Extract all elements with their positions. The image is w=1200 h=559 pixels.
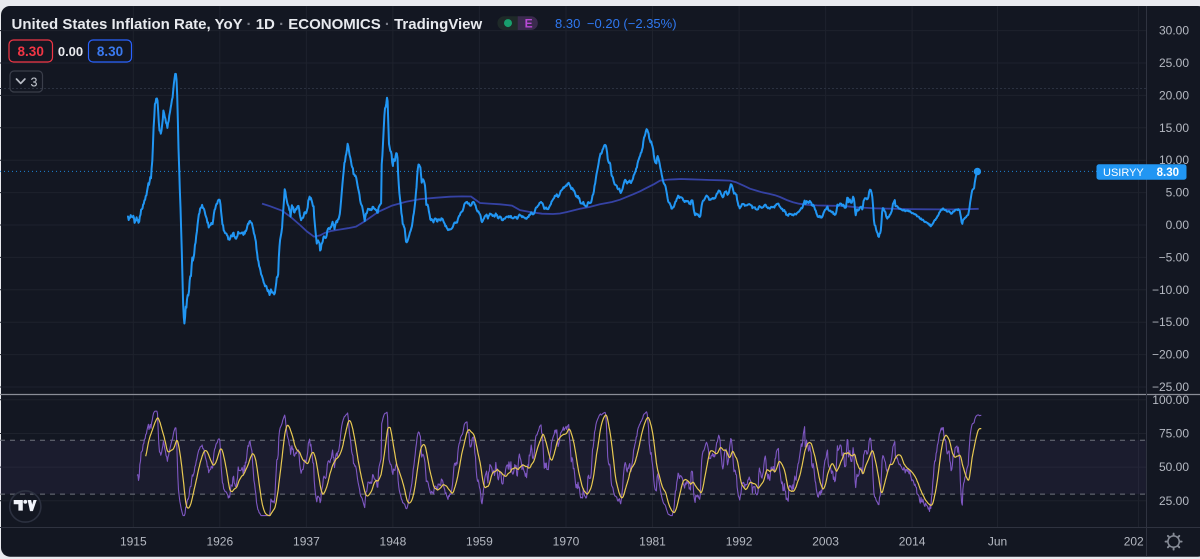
svg-text:5.00: 5.00 — [1166, 186, 1190, 200]
svg-text:0.00: 0.00 — [58, 44, 83, 59]
svg-text:30.00: 30.00 — [1159, 24, 1189, 38]
svg-text:2003: 2003 — [812, 535, 839, 549]
svg-text:50.00: 50.00 — [1159, 460, 1189, 474]
svg-text:8.30 −0.20 (−2.35%): 8.30 −0.20 (−2.35%) — [555, 16, 677, 31]
svg-text:2014: 2014 — [899, 535, 926, 549]
svg-text:1970: 1970 — [553, 535, 580, 549]
svg-text:25.00: 25.00 — [1159, 494, 1189, 508]
svg-text:202: 202 — [1124, 535, 1144, 549]
svg-text:−20.00: −20.00 — [1152, 348, 1189, 362]
svg-text:8.30: 8.30 — [97, 44, 123, 59]
svg-text:United States Inflation Rate,: United States Inflation Rate, YoY · 1D ·… — [12, 16, 483, 33]
svg-text:20.00: 20.00 — [1159, 88, 1189, 102]
svg-text:1959: 1959 — [466, 535, 493, 549]
svg-text:−15.00: −15.00 — [1152, 315, 1189, 329]
svg-text:25.00: 25.00 — [1159, 56, 1189, 70]
svg-text:−10.00: −10.00 — [1152, 283, 1189, 297]
svg-text:100.00: 100.00 — [1152, 393, 1189, 407]
svg-text:8.30: 8.30 — [1157, 167, 1179, 179]
svg-text:3: 3 — [31, 76, 38, 90]
svg-text:1926: 1926 — [206, 535, 233, 549]
svg-text:−5.00: −5.00 — [1159, 250, 1190, 264]
svg-text:1992: 1992 — [726, 535, 753, 549]
svg-text:Jun: Jun — [988, 535, 1007, 549]
svg-text:0.00: 0.00 — [1166, 218, 1190, 232]
svg-text:1937: 1937 — [293, 535, 320, 549]
svg-text:15.00: 15.00 — [1159, 121, 1189, 135]
svg-text:USIRYY: USIRYY — [1103, 167, 1144, 179]
svg-text:E: E — [525, 17, 533, 31]
svg-text:8.30: 8.30 — [18, 44, 44, 59]
svg-text:1948: 1948 — [380, 535, 407, 549]
svg-text:75.00: 75.00 — [1159, 427, 1189, 441]
svg-text:1981: 1981 — [639, 535, 666, 549]
svg-text:1915: 1915 — [120, 535, 147, 549]
